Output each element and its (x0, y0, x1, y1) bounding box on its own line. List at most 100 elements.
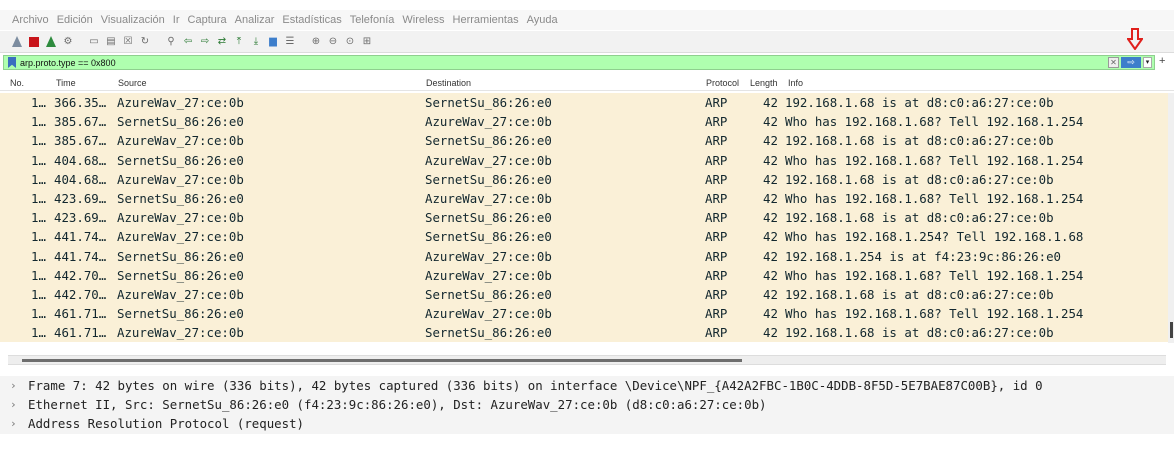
display-filter-input[interactable]: arp.proto.type == 0x800 (20, 58, 1108, 68)
packet-list-horizontal-scroll-thumb[interactable] (22, 359, 742, 362)
packet-no: 1… (31, 95, 46, 110)
packet-source: AzureWav_27:ce:0b (117, 95, 244, 110)
packet-no: 1… (31, 267, 46, 283)
go-last-icon[interactable]: ⤓ (249, 35, 263, 49)
packet-row[interactable]: 1… 385.67… SernetSu_86:26:e0 AzureWav_27… (0, 112, 1168, 132)
find-packet-icon[interactable]: ⚲ (164, 35, 178, 49)
packet-time: 441.74… (54, 229, 107, 245)
packet-row[interactable]: 1… 441.74… SernetSu_86:26:e0 AzureWav_27… (0, 246, 1168, 266)
packet-destination: SernetSu_86:26:e0 (425, 95, 552, 110)
packet-source: SernetSu_86:26:e0 (117, 190, 244, 206)
packet-info: 192.168.1.68 is at d8:c0:a6:27:ce:0b (785, 286, 1054, 302)
column-header-length[interactable]: Length (750, 78, 778, 88)
filter-bookmark-icon[interactable] (8, 57, 16, 68)
packet-info: 192.168.1.68 is at d8:c0:a6:27:ce:0b (785, 210, 1054, 226)
menu-ir[interactable]: Ir (169, 14, 184, 26)
menu-herramientas[interactable]: Herramientas (449, 14, 523, 26)
packet-length: 42 (763, 171, 778, 187)
menu-telefonia[interactable]: Telefonía (346, 14, 399, 26)
detail-tree-item-arp[interactable]: › Address Resolution Protocol (request) (0, 414, 1174, 433)
capture-options-icon[interactable]: ⚙ (61, 35, 75, 49)
zoom-out-icon[interactable]: ⊖ (326, 35, 340, 49)
packet-row[interactable]: 1… 385.67… AzureWav_27:ce:0b SernetSu_86… (0, 131, 1168, 151)
packet-row[interactable]: 1… 461.71… AzureWav_27:ce:0b SernetSu_86… (0, 323, 1168, 343)
packet-row[interactable]: 1… 441.74… AzureWav_27:ce:0b SernetSu_86… (0, 227, 1168, 247)
red-down-arrow-icon (1127, 28, 1143, 50)
packet-info: Who has 192.168.1.68? Tell 192.168.1.254 (785, 306, 1084, 322)
packet-time: 423.69… (54, 190, 107, 206)
menu-captura[interactable]: Captura (184, 14, 231, 26)
restart-capture-icon[interactable] (44, 35, 58, 49)
main-toolbar: ⚙ ▭ ▤ ☒ ↻ ⚲ ⇦ ⇨ ⇄ ⤒ ⤓ ▆ ☰ ⊕ ⊖ ⊙ ⊞ (0, 31, 1174, 53)
packet-protocol: ARP (705, 229, 728, 245)
packet-time: 461.71… (54, 325, 107, 341)
packet-info: 192.168.1.254 is at f4:23:9c:86:26:e0 (785, 248, 1062, 264)
chevron-right-icon[interactable]: › (10, 379, 17, 392)
packet-time: 404.68… (54, 152, 107, 168)
column-header-info[interactable]: Info (788, 78, 803, 88)
packet-length: 42 (763, 95, 778, 110)
go-first-icon[interactable]: ⤒ (232, 35, 246, 49)
menu-ayuda[interactable]: Ayuda (523, 14, 562, 26)
clear-filter-icon[interactable]: ✕ (1108, 57, 1119, 68)
autoscroll-icon[interactable]: ▆ (266, 35, 280, 49)
packet-row[interactable]: 1… 423.69… AzureWav_27:ce:0b SernetSu_86… (0, 208, 1168, 228)
add-filter-button[interactable]: + (1159, 55, 1165, 67)
packet-destination: SernetSu_86:26:e0 (425, 171, 552, 187)
menu-analizar[interactable]: Analizar (231, 14, 279, 26)
colorize-icon[interactable]: ☰ (283, 35, 297, 49)
column-header-protocol[interactable]: Protocol (706, 78, 739, 88)
menu-visualizacion[interactable]: Visualización (97, 14, 169, 26)
packet-info: Who has 192.168.1.68? Tell 192.168.1.254 (785, 190, 1084, 206)
start-capture-icon[interactable] (10, 35, 24, 49)
packet-time: 442.70… (54, 267, 107, 283)
menu-estadisticas[interactable]: Estadísticas (278, 14, 345, 26)
packet-length: 42 (763, 190, 778, 206)
open-file-icon[interactable]: ▭ (87, 35, 101, 49)
packet-protocol: ARP (705, 286, 728, 302)
column-header-time[interactable]: Time (56, 78, 76, 88)
zoom-reset-icon[interactable]: ⊙ (343, 35, 357, 49)
packet-list-vertical-scroll-thumb[interactable] (1170, 322, 1173, 338)
packet-row[interactable]: 1… 423.69… SernetSu_86:26:e0 AzureWav_27… (0, 188, 1168, 209)
packet-length: 42 (763, 248, 778, 264)
column-header-destination[interactable]: Destination (426, 78, 471, 88)
packet-list-header: No. Time Source Destination Protocol Len… (0, 76, 1174, 91)
column-header-no[interactable]: No. (10, 78, 24, 88)
packet-source: AzureWav_27:ce:0b (117, 229, 244, 245)
packet-length: 42 (763, 267, 778, 283)
menu-edicion[interactable]: Edición (53, 14, 97, 26)
packet-length: 42 (763, 152, 778, 168)
packet-row[interactable]: 1… 461.71… SernetSu_86:26:e0 AzureWav_27… (0, 304, 1168, 324)
menu-wireless[interactable]: Wireless (398, 14, 448, 26)
chevron-right-icon[interactable]: › (10, 417, 17, 430)
detail-tree-item-frame[interactable]: › Frame 7: 42 bytes on wire (336 bits), … (0, 376, 1174, 395)
filter-history-chevron-down-icon[interactable]: ▾ (1143, 57, 1152, 68)
reload-file-icon[interactable]: ↻ (138, 35, 152, 49)
menu-archivo[interactable]: Archivo (8, 14, 53, 26)
packet-destination: AzureWav_27:ce:0b (425, 114, 552, 130)
column-header-source[interactable]: Source (118, 78, 147, 88)
go-back-icon[interactable]: ⇦ (181, 35, 195, 49)
packet-list-vertical-scrollbar[interactable] (1168, 93, 1174, 343)
packet-destination: SernetSu_86:26:e0 (425, 286, 552, 302)
go-forward-icon[interactable]: ⇨ (198, 35, 212, 49)
packet-row[interactable]: 1… 404.68… AzureWav_27:ce:0b SernetSu_86… (0, 169, 1168, 189)
packet-row[interactable]: 1… 442.70… SernetSu_86:26:e0 AzureWav_27… (0, 265, 1168, 285)
detail-tree-item-ethernet[interactable]: › Ethernet II, Src: SernetSu_86:26:e0 (f… (0, 395, 1174, 414)
stop-capture-icon[interactable] (27, 35, 41, 49)
save-file-icon[interactable]: ▤ (104, 35, 118, 49)
packet-row[interactable]: 1… 366.35… AzureWav_27:ce:0b SernetSu_86… (0, 93, 1168, 113)
zoom-in-icon[interactable]: ⊕ (309, 35, 323, 49)
chevron-right-icon[interactable]: › (10, 398, 17, 411)
packet-row[interactable]: 1… 404.68… SernetSu_86:26:e0 AzureWav_27… (0, 150, 1168, 170)
packet-details-pane: › Frame 7: 42 bytes on wire (336 bits), … (0, 376, 1174, 434)
packet-row[interactable]: 1… 442.70… AzureWav_27:ce:0b SernetSu_86… (0, 284, 1168, 305)
apply-filter-icon[interactable]: ⇨ (1121, 57, 1141, 68)
packet-protocol: ARP (705, 325, 728, 341)
packet-destination: SernetSu_86:26:e0 (425, 210, 552, 226)
resize-columns-icon[interactable]: ⊞ (360, 35, 374, 49)
go-to-packet-icon[interactable]: ⇄ (215, 35, 229, 49)
close-file-icon[interactable]: ☒ (121, 35, 135, 49)
packet-no: 1… (31, 229, 46, 245)
